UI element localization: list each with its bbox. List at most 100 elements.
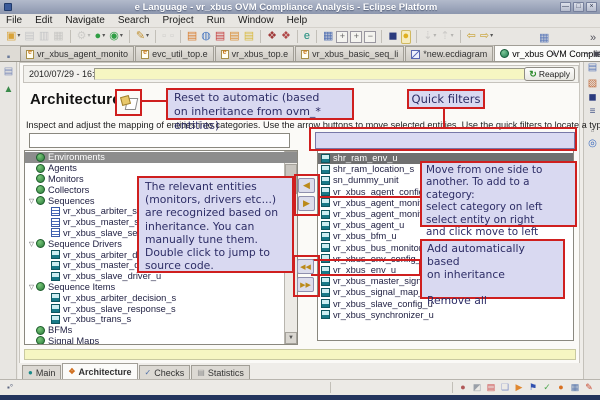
specman-status-icon[interactable]: ● <box>556 382 566 393</box>
package-explorer-icon[interactable]: ◼ <box>587 92 598 103</box>
print-icon[interactable]: ▦ <box>52 30 64 44</box>
maximize-button[interactable]: □ <box>573 2 584 12</box>
status-separator <box>330 382 331 393</box>
view-tab-checks[interactable]: ✓ Checks <box>138 365 191 379</box>
mark-occurrences-icon[interactable]: ▫ <box>161 30 167 44</box>
editor-state-icon[interactable]: ◩ <box>472 382 482 393</box>
move-to-right-button[interactable]: ▶ <box>298 196 315 211</box>
architecture-tab-icon: ❖ <box>68 366 76 376</box>
tree-item[interactable]: BFMs <box>25 325 297 336</box>
coverage-icon[interactable]: ❖ <box>266 30 278 44</box>
diagram-file-icon <box>411 49 421 59</box>
views-stack-icon[interactable]: ▤ <box>587 62 598 73</box>
next-annotation-icon[interactable]: ⇡ ▾ <box>439 30 454 44</box>
tree-item[interactable]: Environments <box>25 152 297 163</box>
grid-status-icon[interactable]: ▦ <box>570 382 580 393</box>
sequence-icon <box>51 228 60 238</box>
check-status-icon[interactable]: ✓ <box>542 382 552 393</box>
build-icon[interactable]: ⚙ ▾ <box>76 30 92 44</box>
minimize-view-icon[interactable]: ─ <box>585 49 591 58</box>
lightbulb-icon[interactable]: ● <box>400 29 412 44</box>
menu-item-edit[interactable]: Edit <box>35 15 52 26</box>
annotate-icon[interactable]: ✎ ▾ <box>135 30 150 44</box>
menu-item-run[interactable]: Run <box>207 15 225 26</box>
tasks-icon[interactable]: ❑ <box>500 382 510 393</box>
tree-item[interactable]: Agents <box>25 163 297 174</box>
editor-tab[interactable]: vr_xbus_basic_seq_li <box>295 46 405 61</box>
checks-run-icon[interactable]: ❖ <box>280 30 292 44</box>
editor-tab[interactable]: vr_xbus_agent_monito <box>20 46 135 61</box>
tab-label: vr_xbus_top.e <box>231 49 289 59</box>
reapply-button[interactable]: ↻ Reapply <box>524 67 575 81</box>
expand-node-icon[interactable]: + <box>350 30 363 43</box>
move-all-left-button[interactable]: ◀◀ <box>297 259 314 274</box>
e-check-file-icon[interactable]: ▤ <box>214 30 226 44</box>
editor-tab[interactable]: evc_util_top.e <box>135 46 214 61</box>
move-all-right-button[interactable]: ▶▶ <box>297 277 314 292</box>
toolbar-separator <box>128 30 130 43</box>
package-icon[interactable]: ◼ <box>387 30 398 44</box>
prev-annotation-icon[interactable]: ⇣ ▾ <box>422 30 437 44</box>
collapse-all-icon[interactable]: − <box>364 30 377 43</box>
run-status-icon[interactable]: ▶ <box>514 382 524 393</box>
save-all-icon[interactable]: ▥ <box>38 30 50 44</box>
tree-item[interactable]: vr_xbus_slave_response_s <box>25 303 297 314</box>
toolbar-overflow-icon[interactable]: » <box>589 31 597 45</box>
specman-icon[interactable]: e <box>303 30 311 44</box>
menu-item-navigate[interactable]: Navigate <box>65 15 104 26</box>
e-save-file-icon[interactable]: ▤ <box>243 30 255 44</box>
e-load-file-icon[interactable]: ▤ <box>228 30 240 44</box>
new-wizard-icon[interactable]: ▣ ▾ <box>5 30 21 44</box>
editor-tab[interactable]: vr_xbus_top.e <box>214 46 295 61</box>
categories-filter-input[interactable] <box>29 133 290 148</box>
minimize-button[interactable]: — <box>560 2 571 12</box>
e-browser-icon[interactable]: ◍ <box>200 30 212 44</box>
expander-open-icon[interactable]: ▽ <box>27 240 36 248</box>
view-tab-statistics[interactable]: ▤ Statistics <box>191 365 250 379</box>
close-button[interactable]: × <box>586 2 597 12</box>
expander-open-icon[interactable]: ▽ <box>27 197 36 205</box>
expand-all-icon[interactable]: + <box>336 30 349 43</box>
tree-item[interactable]: ▽ Sequence Items <box>25 282 297 293</box>
menu-item-file[interactable]: File <box>6 15 22 26</box>
reset-note: Reset to automatic (based on inheritance… <box>166 88 354 132</box>
forward-history-icon[interactable]: ⇨ ▾ <box>479 30 494 44</box>
flag-icon[interactable]: ⚑ <box>528 382 538 393</box>
editor-tab[interactable]: *new.ecdiagram <box>405 46 494 61</box>
run-icon[interactable]: ● ▾ <box>94 30 107 44</box>
maximize-view-icon[interactable]: ▣ <box>593 49 600 58</box>
list-item[interactable]: vr_xbus_synchronizer_u <box>318 309 573 320</box>
external-tools-icon[interactable]: ◉ ▾ <box>108 30 124 44</box>
palette-icon[interactable]: ▧ <box>587 78 598 89</box>
move-to-left-button[interactable]: ◀ <box>298 178 315 193</box>
mark-occurrences-alt-icon[interactable]: ▫ <box>169 30 175 44</box>
unit-icon <box>321 187 330 197</box>
sync-view-icon[interactable]: ◎ <box>587 138 598 149</box>
edit-status-icon[interactable]: ✎ <box>584 382 594 393</box>
tab-label: evc_util_top.e <box>152 49 208 59</box>
view-tab-architecture[interactable]: ❖ Architecture <box>62 363 138 379</box>
editor-grid-icon[interactable]: ▦ <box>538 31 550 45</box>
menu-item-window[interactable]: Window <box>238 15 274 26</box>
save-icon[interactable]: ▤ <box>23 30 35 44</box>
console-view-icon[interactable]: ▤ <box>3 66 14 77</box>
hierarchy-icon[interactable]: ≡ <box>587 106 598 117</box>
menu-item-project[interactable]: Project <box>163 15 194 26</box>
expander-open-icon[interactable]: ▽ <box>27 283 36 291</box>
tree-item[interactable]: vr_xbus_arbiter_decision_s <box>25 292 297 303</box>
view-tab-main[interactable]: ● Main <box>22 365 62 379</box>
e-module-icon[interactable]: ▤ <box>186 30 198 44</box>
tree-item[interactable]: vr_xbus_trans_s <box>25 314 297 325</box>
tree-item[interactable]: Signal Maps <box>25 336 297 344</box>
menu-item-help[interactable]: Help <box>287 15 308 26</box>
perspective-icon[interactable]: ▪ <box>3 52 14 63</box>
analysis-command-field[interactable] <box>94 68 538 80</box>
form-message-strip <box>24 349 576 360</box>
menu-item-search[interactable]: Search <box>118 15 150 26</box>
coverage-view-icon[interactable]: ▲ <box>3 84 14 95</box>
tab-list-icon[interactable]: » <box>552 49 556 58</box>
error-log-icon[interactable]: ▤ <box>486 382 496 393</box>
console-icon[interactable]: ▦ <box>322 30 334 44</box>
back-history-icon[interactable]: ⇦ <box>466 30 477 44</box>
reset-to-automatic-button[interactable] <box>115 89 142 116</box>
